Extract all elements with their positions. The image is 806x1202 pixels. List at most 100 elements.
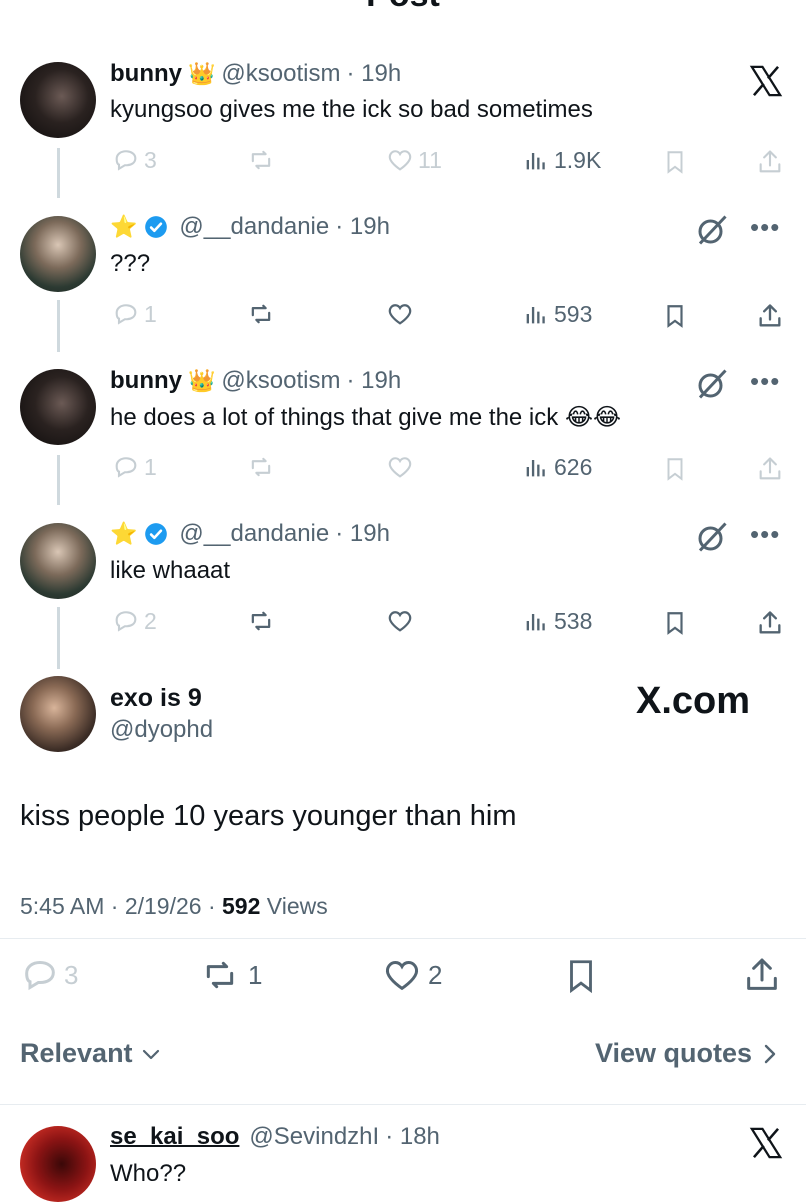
chevron-down-icon [142,1049,159,1059]
handle[interactable]: @__dandanie [179,520,329,548]
bookmark-icon[interactable] [662,303,688,329]
share-icon[interactable] [756,148,784,176]
display-name[interactable]: bunny [110,367,182,395]
like-button[interactable]: 2 [380,955,442,995]
verified-badge-icon [145,216,168,238]
sort-label: Relevant [20,1038,133,1068]
bookmark-icon[interactable] [662,456,688,482]
laughing-emoji-icon: 😂😂 [564,404,622,431]
heart-icon [388,611,412,632]
bookmark-icon[interactable] [562,956,600,996]
handle[interactable]: @__dandanie [179,213,329,241]
avatar[interactable] [20,369,96,445]
like-count: 2 [428,959,443,990]
share-icon[interactable] [742,955,782,995]
post-meta: 5:45 AM · 2/19/26 · 592 Views [20,893,328,920]
heart-icon [388,150,412,171]
verified-badge-icon [145,523,168,545]
post-timestamp[interactable]: 5:45 AM · 2/19/26 · [20,893,216,919]
views-button[interactable]: 1.9K [522,146,601,174]
crown-emoji-icon: 👑 [188,61,216,86]
display-name[interactable]: se_kai_soo [110,1123,239,1151]
repost-icon [251,457,271,477]
x-logo-icon [749,1127,783,1159]
bookmark-icon[interactable] [662,610,688,636]
repost-button[interactable] [246,300,276,328]
reply-icon [115,304,137,325]
more-options-icon[interactable]: ••• [750,519,780,550]
repost-icon [251,304,271,324]
crown-emoji-icon: 👑 [188,368,216,393]
like-button[interactable] [386,300,414,328]
handle[interactable]: @SevindzhI [249,1123,379,1151]
views-icon [526,307,545,324]
avatar[interactable] [20,216,96,292]
display-name[interactable]: bunny [110,60,182,88]
grok-icon[interactable] [694,519,730,555]
watermark-text: X.com [636,680,751,722]
views-button[interactable]: 626 [522,453,592,481]
reply-button[interactable]: 1 [112,300,157,328]
like-button[interactable]: 11 [386,146,442,174]
more-options-icon[interactable]: ••• [750,212,780,243]
avatar[interactable] [20,676,96,752]
timestamp[interactable]: · 19h [335,520,390,548]
views-button[interactable]: 538 [522,607,592,635]
page-title: Post [0,0,806,15]
x-com-watermark: X.com [636,680,750,723]
like-button[interactable] [386,453,414,481]
share-icon[interactable] [756,455,784,483]
timestamp[interactable]: · 19h [335,213,390,241]
reply-count: 1 [144,453,157,480]
handle[interactable]: @ksootism [221,60,340,88]
avatar[interactable] [20,62,96,138]
views-icon [526,614,545,631]
tweet-header: bunny 👑 @ksootism · 19h [110,367,401,395]
grok-icon[interactable] [694,366,730,402]
repost-button[interactable] [246,607,276,635]
tweet-header: bunny 👑 @ksootism · 19h [110,60,401,88]
handle[interactable]: @ksootism [221,367,340,395]
heart-icon [388,457,412,478]
share-icon[interactable] [756,609,784,637]
x-logo-icon [749,65,783,97]
thread-line [57,607,60,669]
grok-icon[interactable] [694,212,730,248]
reply-button[interactable]: 2 [112,607,157,635]
reply-button[interactable]: 3 [20,955,78,995]
views-label: Views [266,893,328,919]
heart-icon [385,960,419,991]
repost-count: 1 [248,959,263,990]
repost-button[interactable] [246,453,276,481]
repost-icon [251,611,271,631]
views-button[interactable]: 593 [522,300,592,328]
more-options-icon[interactable]: ••• [750,366,780,397]
repost-icon [206,961,234,989]
reply-button[interactable]: 1 [112,453,157,481]
thread-line [57,148,60,198]
handle[interactable]: @dyophd [110,716,213,744]
like-count: 11 [418,146,442,173]
repost-button[interactable] [246,146,276,174]
timestamp[interactable]: · 19h [346,60,401,88]
display-name[interactable]: exo is 9 [110,684,202,713]
reply-button[interactable]: 3 [112,146,157,174]
views-count: 1.9K [554,146,602,173]
divider [0,938,806,939]
tweet-text: he does a lot of things that give me the… [110,403,621,432]
like-button[interactable] [386,607,414,635]
tweet-header: ⭐ @__dandanie · 19h [110,213,390,241]
share-icon[interactable] [756,302,784,330]
timestamp[interactable]: · 19h [346,367,401,395]
avatar[interactable] [20,523,96,599]
avatar[interactable] [20,1126,96,1202]
bookmark-icon[interactable] [662,149,688,175]
timestamp[interactable]: · 18h [385,1123,440,1151]
tweet-header: ⭐ @__dandanie · 19h [110,520,390,548]
sort-dropdown[interactable]: Relevant [20,1038,163,1069]
reply-count: 1 [144,300,157,327]
view-quotes-link[interactable]: View quotes [595,1038,780,1069]
repost-button[interactable]: 1 [196,955,262,995]
divider [0,1104,806,1105]
tweet-text: Who?? [110,1160,187,1187]
